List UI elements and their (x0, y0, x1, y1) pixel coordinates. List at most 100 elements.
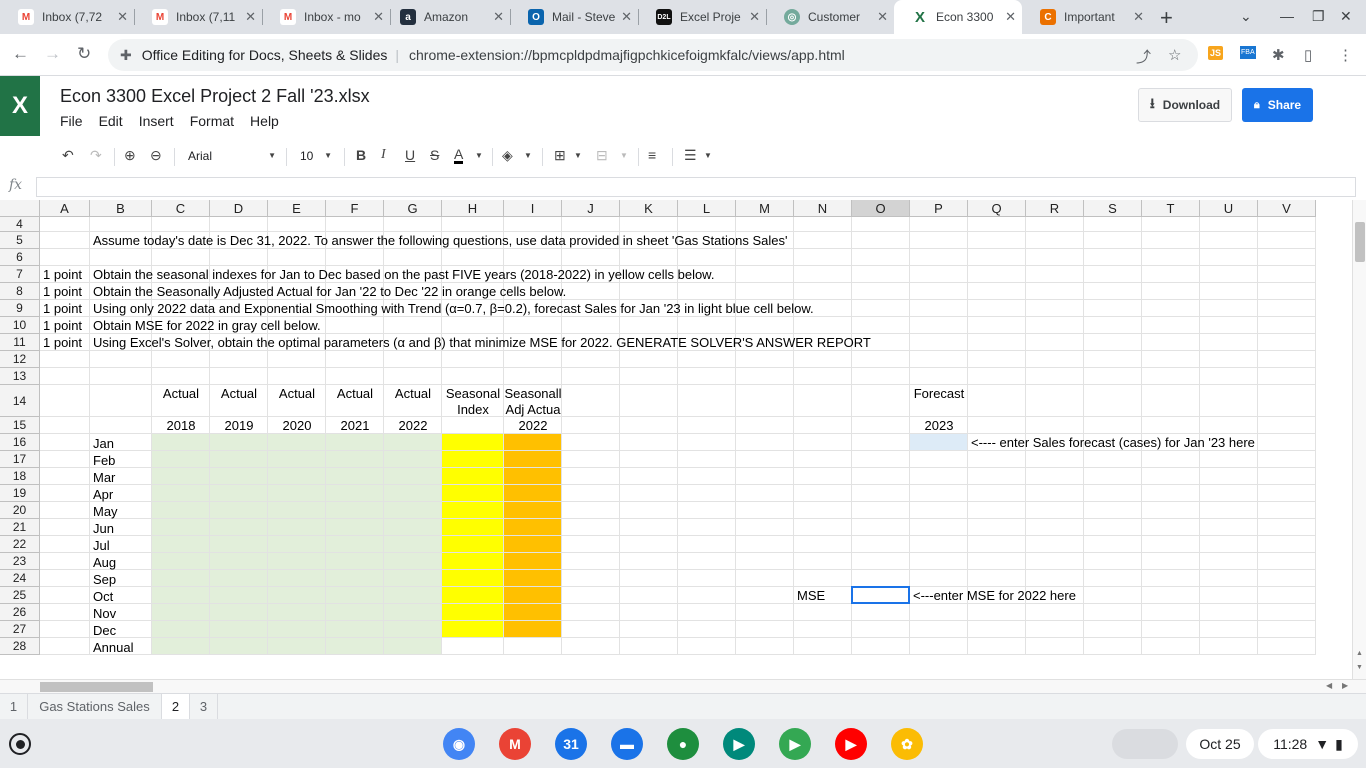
redo-icon[interactable]: ↷ (90, 147, 102, 164)
tote-icon[interactable] (1112, 729, 1178, 759)
menu-format[interactable]: Format (190, 113, 234, 129)
row-header[interactable]: 10 (0, 317, 40, 334)
strikethrough-icon[interactable]: S (430, 147, 439, 163)
row-header[interactable]: 4 (0, 217, 40, 232)
menu-file[interactable]: File (60, 113, 83, 129)
play-store-icon[interactable]: ▶ (779, 728, 811, 760)
undo-icon[interactable]: ↶ (62, 147, 74, 164)
column-header[interactable]: C (152, 200, 210, 217)
formula-input[interactable] (36, 177, 1356, 197)
column-header[interactable]: O (852, 200, 910, 217)
youtube-icon[interactable]: ▶ (835, 728, 867, 760)
tab-close-icon[interactable]: ✕ (245, 9, 256, 25)
maximize-icon[interactable]: ❐ (1312, 8, 1325, 25)
more-menu-icon[interactable]: ⋮ (1338, 46, 1353, 64)
forward-icon[interactable]: → (44, 44, 61, 64)
scroll-up-icon[interactable]: ▲ (1356, 650, 1363, 657)
tab-close-icon[interactable]: ✕ (1005, 9, 1016, 25)
share-page-icon[interactable]: ⤴ (1136, 46, 1151, 67)
scroll-down-icon[interactable]: ▼ (1356, 664, 1363, 671)
browser-tab[interactable]: D2L Excel Proje ✕ (638, 0, 767, 34)
tab-search-icon[interactable]: ⌄ (1240, 8, 1252, 25)
scroll-left-icon[interactable]: ◀ (1326, 681, 1332, 690)
scroll-thumb[interactable] (40, 682, 153, 692)
scroll-right-icon[interactable]: ▶ (1342, 681, 1348, 690)
calendar-icon[interactable]: 31 (555, 728, 587, 760)
tab-close-icon[interactable]: ✕ (621, 9, 632, 25)
browser-tab[interactable]: C Important ✕ (1022, 0, 1150, 34)
fill-color-icon[interactable]: ◈ (502, 147, 513, 164)
status-tray[interactable]: 11:28 ▼ ▮ (1258, 729, 1358, 759)
reload-icon[interactable]: ↻ (77, 44, 91, 64)
back-icon[interactable]: ← (12, 44, 29, 64)
align-icon[interactable]: ☰ (684, 147, 697, 164)
mse-input-cell-selected[interactable] (851, 586, 910, 604)
vertical-scrollbar[interactable]: ▲ ▼ (1352, 200, 1366, 679)
chevron-down-icon[interactable]: ▼ (524, 151, 532, 160)
column-header[interactable]: Q (968, 200, 1026, 217)
spreadsheet-grid[interactable]: A B C D E F G H I J K L M N O P Q R S T U V 4 5 6 7 8 9 10 11 12 13 14 15… (0, 200, 1352, 679)
row-header[interactable]: 6 (0, 249, 40, 266)
italic-icon[interactable]: I (381, 147, 386, 163)
chevron-down-icon[interactable]: ▼ (574, 151, 582, 160)
tab-close-icon[interactable]: ✕ (1133, 9, 1144, 25)
seasonal-index-range[interactable] (442, 434, 504, 638)
minimize-icon[interactable]: — (1280, 8, 1294, 24)
extensions-icon[interactable]: ✱ (1272, 46, 1285, 64)
row-header[interactable]: 12 (0, 351, 40, 368)
chevron-down-icon[interactable]: ▼ (704, 151, 712, 160)
date-button[interactable]: Oct 25 (1186, 729, 1254, 759)
column-header[interactable]: D (210, 200, 268, 217)
browser-tab[interactable]: ◎ Customer ✕ (766, 0, 894, 34)
row-header[interactable]: 8 (0, 283, 40, 300)
column-header[interactable]: L (678, 200, 736, 217)
merge-cells-icon[interactable]: ⊟ (596, 147, 608, 164)
row-header[interactable]: 9 (0, 300, 40, 317)
row-header[interactable]: 21 (0, 519, 40, 536)
gmail-icon[interactable]: M (499, 728, 531, 760)
column-header[interactable]: F (326, 200, 384, 217)
row-header[interactable]: 25 (0, 587, 40, 604)
column-header[interactable]: T (1142, 200, 1200, 217)
row-header[interactable]: 16 (0, 434, 40, 451)
row-header[interactable]: 15 (0, 417, 40, 434)
row-header[interactable]: 19 (0, 485, 40, 502)
menu-edit[interactable]: Edit (99, 113, 123, 129)
side-panel-icon[interactable]: ▯ (1304, 46, 1312, 64)
underline-icon[interactable]: U (405, 147, 415, 163)
row-header[interactable]: 14 (0, 385, 40, 417)
browser-tab[interactable]: O Mail - Steve ✕ (510, 0, 639, 34)
column-header[interactable]: G (384, 200, 442, 217)
column-header[interactable]: S (1084, 200, 1142, 217)
tab-close-icon[interactable]: ✕ (749, 9, 760, 25)
column-header[interactable]: B (90, 200, 152, 217)
browser-tab[interactable]: M Inbox (7,72 ✕ (0, 0, 135, 34)
row-header[interactable]: 13 (0, 368, 40, 385)
new-tab-icon[interactable]: + (1160, 5, 1173, 31)
seasonal-adj-range[interactable] (504, 434, 562, 638)
column-header[interactable]: M (736, 200, 794, 217)
row-header[interactable]: 26 (0, 604, 40, 621)
browser-tab[interactable]: M Inbox - mo ✕ (262, 0, 391, 34)
borders-icon[interactable]: ⊞ (554, 147, 566, 164)
column-header[interactable]: E (268, 200, 326, 217)
browser-tab-active[interactable]: X Econ 3300 ✕ (894, 0, 1022, 34)
column-header[interactable]: V (1258, 200, 1316, 217)
column-header[interactable]: K (620, 200, 678, 217)
column-header[interactable]: H (442, 200, 504, 217)
sheet-tab[interactable]: 1 (0, 694, 28, 719)
column-header[interactable]: R (1026, 200, 1084, 217)
tab-close-icon[interactable]: ✕ (877, 9, 888, 25)
row-header[interactable]: 5 (0, 232, 40, 249)
bookmark-star-icon[interactable]: ☆ (1168, 46, 1181, 64)
column-header[interactable]: P (910, 200, 968, 217)
photos-icon[interactable]: ✿ (891, 728, 923, 760)
bold-icon[interactable]: B (356, 147, 366, 163)
chevron-down-icon[interactable]: ▼ (475, 151, 483, 160)
files-icon[interactable]: ▬ (611, 728, 643, 760)
font-family-select[interactable]: Arial ▼ (180, 145, 282, 167)
browser-tab[interactable]: a Amazon ✕ (382, 0, 511, 34)
scroll-thumb[interactable] (1355, 222, 1365, 262)
row-header[interactable]: 20 (0, 502, 40, 519)
column-header[interactable]: A (40, 200, 90, 217)
